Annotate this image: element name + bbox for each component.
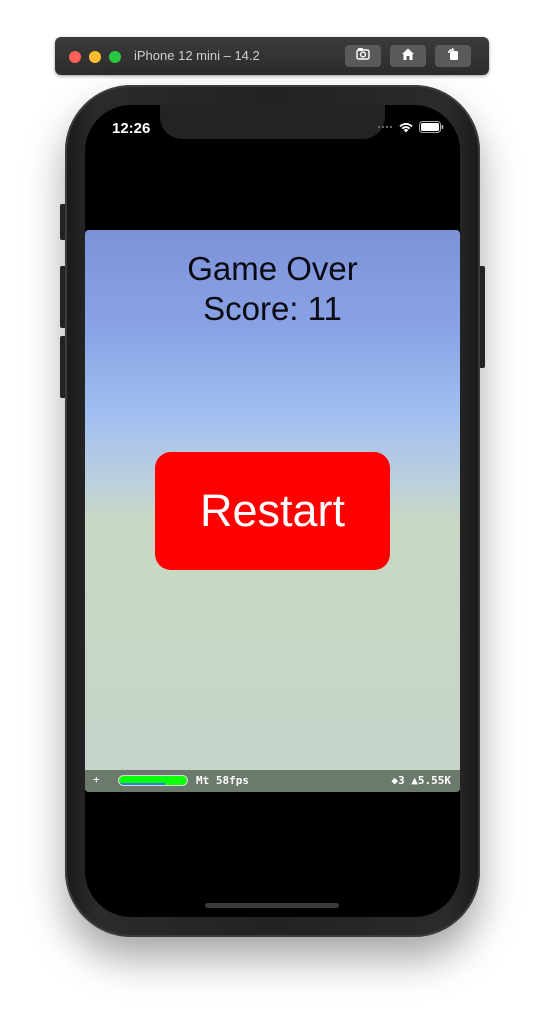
close-window-button[interactable] [69, 51, 81, 63]
cpu-time-line [119, 783, 166, 785]
battery-icon [419, 121, 444, 133]
minimize-window-button[interactable] [89, 51, 101, 63]
status-icons [377, 121, 444, 133]
frame-time-meter [118, 775, 188, 786]
stats-overlay: + Mt 58fps ◆3 ▲5.55K [85, 770, 460, 792]
status-time: 12:26 [112, 120, 151, 137]
draw-stats-readout: ◆3 ▲5.55K [391, 774, 451, 787]
home-icon [400, 46, 416, 67]
home-button[interactable] [390, 45, 426, 67]
game-view: Game Over Score: 11 Restart + Mt 58fps ◆… [85, 230, 460, 792]
fps-readout: Mt 58fps [196, 774, 249, 787]
rotate-icon [445, 46, 461, 67]
home-indicator [205, 903, 339, 908]
wifi-icon [398, 121, 414, 133]
screenshot-button[interactable] [345, 45, 381, 67]
score-label: Score: 11 [203, 290, 342, 327]
maximize-window-button[interactable] [109, 51, 121, 63]
restart-button[interactable]: Restart [155, 452, 390, 570]
notch [160, 105, 385, 139]
game-over-title: Game Over [187, 250, 358, 287]
simulator-toolbar: iPhone 12 mini – 14.2 [55, 37, 489, 75]
phone-screen: 12:26 Game Over Score: 11 Restart + Mt 5… [85, 105, 460, 917]
cellular-dots-icon [377, 125, 393, 129]
stats-expand-button[interactable]: + [93, 773, 100, 786]
simulator-title: iPhone 12 mini – 14.2 [134, 48, 260, 63]
camera-icon [355, 46, 371, 67]
rotate-button[interactable] [435, 45, 471, 67]
